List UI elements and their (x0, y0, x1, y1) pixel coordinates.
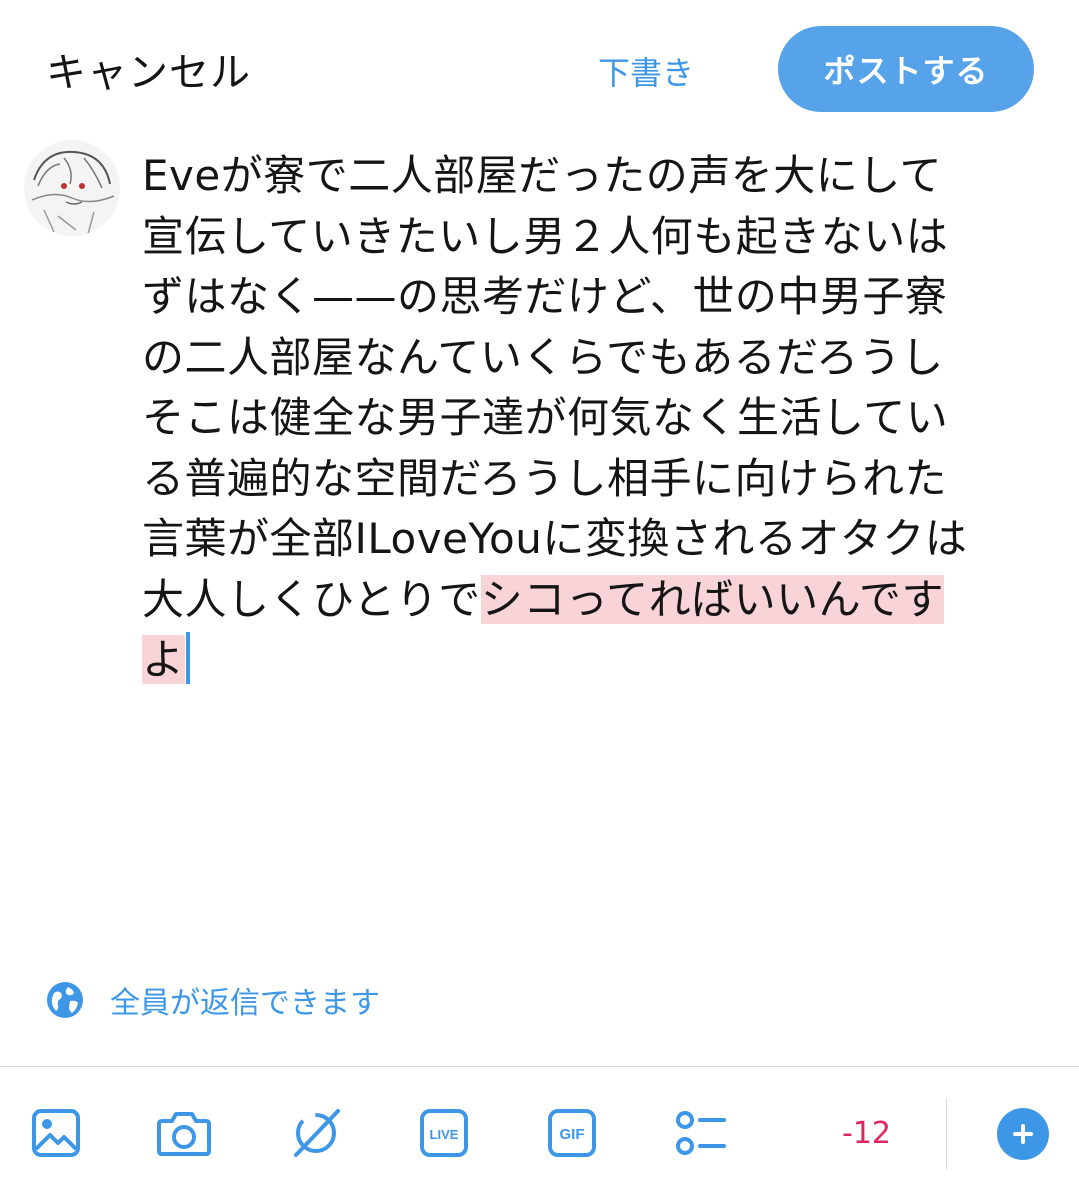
camera-icon[interactable] (156, 1105, 212, 1161)
compose-text: 大人しくひとりで (142, 574, 481, 624)
gif-icon[interactable]: GIF (544, 1105, 600, 1161)
add-post-button[interactable] (997, 1108, 1049, 1160)
over-limit-highlight: よ (142, 635, 185, 684)
live-icon[interactable]: LIVE (416, 1105, 472, 1161)
compose-line: の二人部屋なんていくらでもあるだろうし (142, 332, 944, 382)
compose-toolbar: LIVE GIF (0, 1067, 1079, 1200)
compose-line: そこは健全な男子達が何気なく生活してい (142, 393, 949, 442)
globe-icon (46, 981, 84, 1019)
avatar[interactable] (24, 140, 120, 236)
reply-setting-button[interactable]: 全員が返信できます (46, 980, 380, 1021)
text-cursor (185, 632, 190, 684)
reply-setting-label: 全員が返信できます (110, 986, 380, 1021)
compose-line: Eveが寮で二人部屋だったの声を大にして (142, 151, 942, 200)
poll-icon[interactable] (672, 1105, 728, 1161)
post-button[interactable]: ポストする (778, 26, 1034, 112)
plus-icon (1013, 1124, 1033, 1144)
compose-line: ずはなく——の思考だけど、世の中男子寮 (142, 272, 948, 321)
compose-text-area[interactable]: Eveが寮で二人部屋だったの声を大にして 宣伝していきたいし男２人何も起きないは… (142, 146, 1042, 691)
over-limit-highlight: シコってればいいんです (480, 574, 945, 624)
compose-header: キャンセル 下書き ポストする (0, 0, 1079, 130)
grok-icon[interactable] (288, 1105, 344, 1161)
avatar-image (24, 140, 120, 236)
cancel-button[interactable]: キャンセル (46, 40, 251, 98)
compose-line: 大人しくひとりでシコってればいいんです (142, 570, 1042, 631)
live-icon-text: LIVE (430, 1127, 459, 1142)
compose-line: 宣伝していきたいし男２人何も起きないは (142, 211, 949, 261)
compose-line: る普遍的な空間だろうし相手に向けられた (142, 453, 947, 503)
toolbar-separator (946, 1098, 947, 1170)
compose-line: よ (142, 630, 1042, 691)
character-counter: -12 (842, 1116, 891, 1151)
gif-icon-text: GIF (560, 1126, 585, 1143)
image-icon[interactable] (28, 1105, 84, 1161)
drafts-button[interactable]: 下書き (598, 48, 694, 94)
compose-line: 言葉が全部ILoveYouに変換されるオタクは (142, 514, 968, 563)
